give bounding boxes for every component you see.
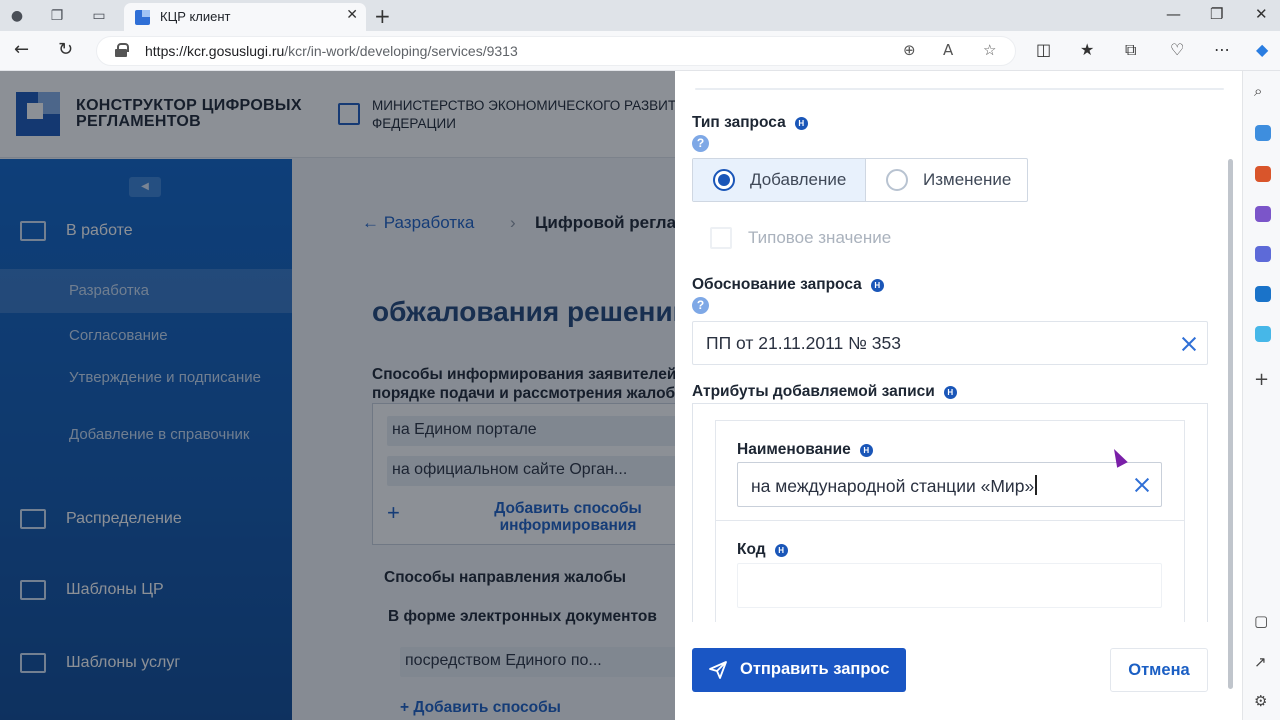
- new-tab-icon[interactable]: +: [374, 4, 391, 28]
- attributes-box: Наименование Н на международной станции «…: [692, 403, 1208, 622]
- help-icon[interactable]: ?: [692, 297, 709, 314]
- required-badge-icon: Н: [870, 279, 884, 292]
- copilot-icon[interactable]: ◆: [1256, 40, 1268, 59]
- browser-essentials-icon[interactable]: ♡: [1170, 40, 1184, 59]
- zoom-icon[interactable]: ⊕: [903, 41, 916, 59]
- browser-tab-active[interactable]: КЦР клиент ✕: [124, 3, 366, 31]
- required-badge-icon: Н: [774, 544, 788, 557]
- field-divider: [716, 520, 1184, 521]
- favorites-icon[interactable]: ★: [1080, 40, 1094, 59]
- clear-justification-icon[interactable]: [1181, 336, 1197, 352]
- browser-tab-bar: ● ❐ ▭ КЦР клиент ✕ + — ❐ ✕: [0, 0, 1280, 31]
- close-tab-icon[interactable]: ✕: [346, 7, 358, 23]
- settings-gear-icon[interactable]: ⚙: [1254, 692, 1267, 710]
- option-add[interactable]: Добавление: [693, 159, 865, 201]
- radio-add[interactable]: [713, 169, 735, 191]
- send-request-button[interactable]: Отправить запрос: [692, 648, 906, 692]
- help-icon[interactable]: ?: [692, 135, 709, 152]
- microsoft365-icon[interactable]: [1255, 246, 1271, 262]
- lock-icon[interactable]: [115, 43, 129, 57]
- name-input[interactable]: на международной станции «Мир»: [737, 462, 1162, 507]
- workspaces-icon[interactable]: ❐: [48, 7, 66, 25]
- modal-backdrop[interactable]: [0, 71, 675, 720]
- profile-icon[interactable]: ●: [8, 7, 26, 25]
- more-menu-icon[interactable]: ⋯: [1214, 40, 1230, 59]
- hide-sidebar-icon[interactable]: ▢: [1254, 612, 1268, 630]
- tools-icon[interactable]: [1255, 166, 1271, 182]
- site-favicon-icon: [135, 10, 150, 25]
- collections-icon[interactable]: ⧉: [1125, 40, 1136, 60]
- back-icon[interactable]: ←: [14, 39, 29, 60]
- tab-actions-icon[interactable]: ▭: [90, 7, 108, 25]
- send-plane-icon: [709, 661, 727, 679]
- reload-icon[interactable]: ↻: [58, 39, 73, 60]
- justification-input[interactable]: ПП от 21.11.2011 № 353: [692, 321, 1208, 365]
- search-icon[interactable]: ⌕: [1254, 82, 1262, 100]
- text-caret: [1035, 475, 1037, 495]
- option-change[interactable]: Изменение: [866, 159, 1027, 201]
- outlook-icon[interactable]: [1255, 286, 1271, 302]
- typical-value-checkbox[interactable]: [710, 227, 732, 249]
- name-field-label: Наименование Н: [737, 441, 873, 459]
- attributes-label: Атрибуты добавляемой записи Н: [692, 383, 957, 401]
- address-bar[interactable]: https://kcr.gosuslugi.ru/kcr/in-work/dev…: [96, 36, 1016, 66]
- required-badge-icon: Н: [943, 386, 957, 399]
- edge-sidebar: ⌕ + ▢ ↗ ⚙: [1242, 71, 1280, 720]
- code-field-label: Код Н: [737, 541, 788, 559]
- close-window-icon[interactable]: ✕: [1255, 5, 1268, 23]
- read-aloud-icon[interactable]: A: [943, 41, 953, 59]
- split-screen-icon[interactable]: ◫: [1036, 40, 1051, 59]
- cancel-button[interactable]: Отмена: [1110, 648, 1208, 692]
- required-badge-icon: Н: [859, 444, 873, 457]
- request-type-selector: Добавление Изменение: [692, 158, 1028, 202]
- radio-change[interactable]: [886, 169, 908, 191]
- request-side-panel: Тип запроса Н ? Добавление Изменение Типо…: [675, 71, 1242, 720]
- browser-toolbar: ← ↻ https://kcr.gosuslugi.ru/kcr/in-work…: [0, 31, 1280, 71]
- games-icon[interactable]: [1255, 206, 1271, 222]
- tab-title: КЦР клиент: [160, 9, 231, 24]
- maximize-icon[interactable]: ❐: [1210, 5, 1223, 23]
- favorite-star-icon[interactable]: ☆: [983, 41, 996, 59]
- minimize-icon[interactable]: —: [1166, 5, 1181, 23]
- add-sidebar-app-icon[interactable]: +: [1254, 369, 1269, 390]
- shopping-icon[interactable]: [1255, 125, 1271, 141]
- drop-icon[interactable]: [1255, 326, 1271, 342]
- request-type-label: Тип запроса Н: [692, 114, 808, 132]
- panel-scrollbar[interactable]: [1228, 159, 1233, 689]
- clear-name-icon[interactable]: [1134, 477, 1150, 493]
- justification-label: Обоснование запроса Н: [692, 276, 884, 294]
- typical-value-label: Типовое значение: [748, 228, 892, 247]
- required-badge-icon: Н: [794, 117, 808, 130]
- external-link-icon[interactable]: ↗: [1254, 653, 1267, 671]
- panel-top-divider: [695, 88, 1224, 90]
- url-text: https://kcr.gosuslugi.ru/kcr/in-work/dev…: [145, 43, 518, 59]
- code-input[interactable]: [737, 563, 1162, 608]
